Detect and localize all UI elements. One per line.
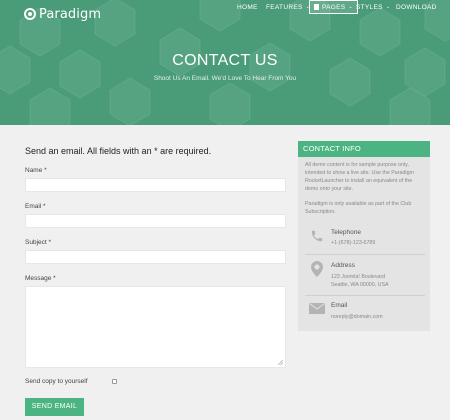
form-title: Send an email. All fields with an * are … bbox=[25, 146, 212, 156]
menu-item-label: STYLES bbox=[356, 3, 383, 11]
subject-label: Subject * bbox=[25, 239, 52, 246]
site-logo[interactable]: Paradigm bbox=[24, 6, 101, 22]
page-subtitle: Shoot Us An Email. We'd Love To Hear Fro… bbox=[153, 75, 297, 82]
email-label: Email * bbox=[25, 203, 46, 210]
menu-item-label: FEATURES bbox=[266, 3, 303, 11]
envelope-icon bbox=[309, 303, 325, 314]
address-line1: 123 Joomla! Boulevard bbox=[331, 274, 386, 280]
menu-item-styles[interactable]: STYLES ⌄ bbox=[352, 0, 394, 14]
message-label: Message * bbox=[25, 275, 56, 282]
subject-field[interactable] bbox=[25, 250, 286, 264]
logo-text: Paradigm bbox=[39, 6, 102, 22]
contact-intro-text: All demo content is for sample purpose o… bbox=[305, 162, 414, 192]
send-copy-label: Send copy to yourself bbox=[25, 378, 88, 385]
menu-item-features[interactable]: FEATURES ⌄ bbox=[262, 0, 314, 14]
document-icon bbox=[314, 4, 319, 10]
name-field[interactable] bbox=[25, 178, 286, 192]
address-title: Address bbox=[331, 262, 355, 269]
menu-item-home[interactable]: HOME bbox=[233, 0, 262, 14]
menu-item-label: PAGES bbox=[322, 3, 346, 11]
email-field[interactable] bbox=[25, 214, 286, 228]
email-title: Email bbox=[331, 302, 348, 309]
page-title: CONTACT US bbox=[172, 52, 278, 69]
contact-info-heading: CONTACT INFO bbox=[298, 141, 430, 157]
email-value[interactable]: noreply@domain.com bbox=[331, 313, 426, 321]
map-pin-icon bbox=[311, 261, 323, 277]
menu-item-label: HOME bbox=[237, 3, 258, 11]
logo-icon bbox=[24, 8, 36, 20]
divider bbox=[305, 254, 425, 255]
send-copy-checkbox[interactable] bbox=[112, 379, 117, 384]
name-label: Name * bbox=[25, 167, 47, 174]
phone-icon bbox=[311, 230, 323, 242]
telephone-title: Telephone bbox=[331, 229, 361, 236]
chevron-down-icon: ⌄ bbox=[385, 4, 391, 10]
hero-banner: Paradigm HOME FEATURES ⌄ PAGES ⌄ STYLES … bbox=[0, 0, 450, 125]
address-line2: Seattle, WA 00000, USA bbox=[331, 282, 389, 288]
contact-note-text: Paradigm is only available as part of th… bbox=[305, 201, 412, 215]
top-navigation: Paradigm HOME FEATURES ⌄ PAGES ⌄ STYLES … bbox=[0, 0, 450, 28]
menu-item-download[interactable]: DOWNLOAD bbox=[392, 0, 441, 14]
telephone-value: +1-(678)-123-6789 bbox=[331, 240, 376, 246]
menu-item-pages[interactable]: PAGES ⌄ bbox=[309, 0, 358, 14]
send-email-button[interactable]: SEND EMAIL bbox=[25, 398, 84, 416]
resize-handle-icon[interactable] bbox=[278, 360, 283, 365]
menu-item-label: DOWNLOAD bbox=[396, 3, 437, 11]
message-textarea[interactable] bbox=[25, 286, 286, 368]
divider bbox=[305, 295, 425, 296]
